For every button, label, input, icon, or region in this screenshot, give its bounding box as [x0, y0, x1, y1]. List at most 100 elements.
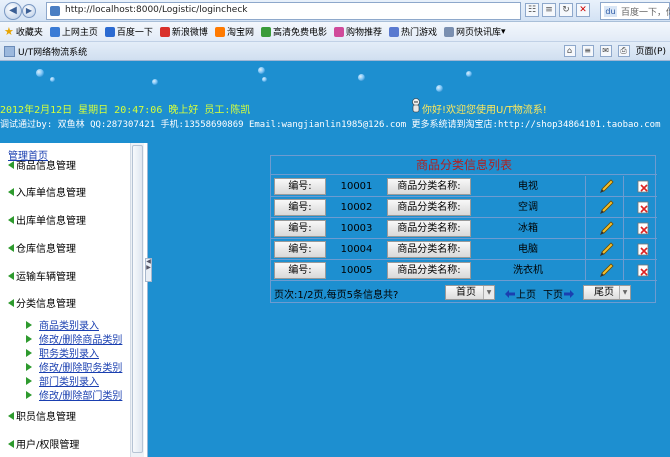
fav-link[interactable]: 网页快讯库 ▾ [444, 25, 506, 38]
delete-icon[interactable] [637, 264, 650, 277]
fav-link[interactable]: 百度一下 [104, 25, 153, 38]
fav-link[interactable]: 淘宝网 [214, 25, 254, 38]
sidebar-collapse-handle[interactable]: ◀ ▶ [145, 258, 152, 282]
print-icon[interactable]: ⎙ [617, 44, 630, 57]
fav-link[interactable]: 新浪微博 [159, 25, 208, 38]
edit-icon[interactable] [599, 179, 615, 194]
tab-title: U/T网络物流系统 [18, 48, 88, 58]
fav-link[interactable]: 热门游戏 [388, 25, 437, 38]
menu-goods[interactable]: 商品信息管理 [8, 157, 76, 172]
delete-icon[interactable] [637, 222, 650, 235]
mail-icon[interactable]: ✉ [599, 44, 612, 57]
feed-icon[interactable]: ≡ [542, 3, 556, 17]
delete-icon[interactable] [637, 180, 650, 193]
game-icon [388, 26, 399, 37]
id-label-button[interactable]: 编号: [274, 178, 326, 195]
name-label-button[interactable]: 商品分类名称: [387, 220, 471, 237]
column-divider [585, 197, 586, 218]
column-divider [585, 218, 586, 239]
feeds-icon[interactable]: ≡ [581, 44, 594, 57]
bubble-decoration [152, 79, 158, 85]
menu-vehicles[interactable]: 运输车辆管理 [8, 268, 76, 283]
category-id: 10002 [340, 202, 373, 213]
prev-page-link[interactable]: 上页 [505, 286, 536, 301]
next-page-link[interactable]: 下页 [543, 286, 575, 301]
tab-current[interactable]: U/T网络物流系统 [0, 43, 220, 60]
fav-link[interactable]: 上网主页 [49, 25, 98, 38]
id-label-button[interactable]: 编号: [274, 262, 326, 279]
refresh-icon[interactable]: ↻ [559, 3, 573, 17]
first-page-button[interactable]: 首页 ▼ [445, 285, 495, 300]
dropdown-arrow-icon: ▼ [619, 286, 630, 299]
id-label-button[interactable]: 编号: [274, 220, 326, 237]
globe-icon [49, 26, 60, 37]
sub-department-category-edit[interactable]: 修改/删除部门类别 [26, 387, 122, 402]
sub-goods-category-add[interactable]: 商品类别录入 [26, 317, 99, 332]
left-navigation: 管理首页 商品信息管理 入库单信息管理 出库单信息管理 仓库信息管理 运输车辆管… [0, 143, 148, 457]
name-label-button[interactable]: 商品分类名称: [387, 199, 471, 216]
shopping-icon [333, 26, 344, 37]
collapse-arrow-icon [8, 215, 14, 224]
datetime-greeting: 2012年2月12日 星期日 20:47:06 晚上好 员工:陈凯 [0, 105, 251, 116]
menu-inbound[interactable]: 入库单信息管理 [8, 184, 86, 199]
stop-icon[interactable]: ✕ [576, 3, 590, 17]
bullet-arrow-icon [26, 390, 32, 399]
bubble-decoration [50, 77, 55, 82]
forward-button[interactable]: ▶ [22, 4, 36, 18]
column-divider [585, 176, 586, 197]
tab-row: U/T网络物流系统 ⌂ ≡ ✉ ⎙ 页面(P) [0, 42, 670, 61]
category-name: 冰箱 [518, 223, 538, 234]
name-label-button[interactable]: 商品分类名称: [387, 178, 471, 195]
menu-categories[interactable]: 分类信息管理 [8, 295, 76, 310]
fav-link[interactable]: 购物推荐 [333, 25, 382, 38]
home-icon[interactable]: ⌂ [563, 44, 576, 57]
web-slice-icon [444, 26, 454, 37]
table-title: 商品分类信息列表 [271, 156, 657, 175]
menu-outbound[interactable]: 出库单信息管理 [8, 212, 86, 227]
bullet-arrow-icon [26, 362, 32, 371]
favorites-button[interactable]: 收藏夹 [16, 25, 43, 38]
sub-department-category-add[interactable]: 部门类别录入 [26, 373, 99, 388]
edit-icon[interactable] [599, 221, 615, 236]
sub-position-category-edit[interactable]: 修改/删除职务类别 [26, 359, 122, 374]
edit-icon[interactable] [599, 242, 615, 257]
arrow-right-icon [564, 289, 574, 298]
scrollbar-thumb[interactable] [132, 145, 143, 453]
url-input[interactable]: http://localhost:8000/Logistic/loginchec… [46, 2, 521, 20]
sidebar-scrollbar[interactable] [130, 143, 144, 457]
bubble-decoration [258, 67, 265, 74]
column-divider [623, 197, 624, 218]
edit-icon[interactable] [599, 263, 615, 278]
collapse-arrow-icon [8, 411, 14, 420]
menu-warehouse[interactable]: 仓库信息管理 [8, 240, 76, 255]
collapse-arrow-icon [8, 243, 14, 252]
name-label-button[interactable]: 商品分类名称: [387, 262, 471, 279]
bubble-decoration [36, 69, 44, 77]
table-row: 编号: 10002 商品分类名称: 空调 [271, 197, 657, 218]
id-label-button[interactable]: 编号: [274, 199, 326, 216]
bubble-decoration [436, 85, 443, 92]
compat-view-icon[interactable]: ☷ [525, 3, 539, 17]
delete-icon[interactable] [637, 201, 650, 214]
edit-icon[interactable] [599, 200, 615, 215]
arrow-left-icon [505, 289, 515, 298]
id-label-button[interactable]: 编号: [274, 241, 326, 258]
last-page-button[interactable]: 尾页 ▼ [583, 285, 631, 300]
command-bar: ⌂ ≡ ✉ ⎙ 页面(P) [563, 44, 666, 57]
delete-icon[interactable] [637, 243, 650, 256]
sub-position-category-add[interactable]: 职务类别录入 [26, 345, 99, 360]
fav-link[interactable]: 高清免费电影 [260, 25, 327, 38]
name-label-button[interactable]: 商品分类名称: [387, 241, 471, 258]
credits-line: 调试通过by: 双鱼林 QQ:287307421 手机:13558690869 … [0, 120, 661, 130]
table-row: 编号: 10003 商品分类名称: 冰箱 [271, 218, 657, 239]
address-toolbar: ☷ ≡ ↻ ✕ [525, 3, 590, 17]
menu-users[interactable]: 用户/权限管理 [8, 436, 79, 451]
menu-staff[interactable]: 职员信息管理 [8, 408, 76, 423]
column-divider [623, 260, 624, 281]
favorites-star-icon: ★ [4, 25, 14, 38]
category-name: 空调 [518, 202, 538, 213]
page-menu[interactable]: 页面(P) [636, 44, 666, 57]
search-input[interactable]: du 百度一下，你 [600, 2, 670, 20]
back-button[interactable]: ◀ [4, 2, 22, 20]
sub-goods-category-edit[interactable]: 修改/删除商品类别 [26, 331, 122, 346]
